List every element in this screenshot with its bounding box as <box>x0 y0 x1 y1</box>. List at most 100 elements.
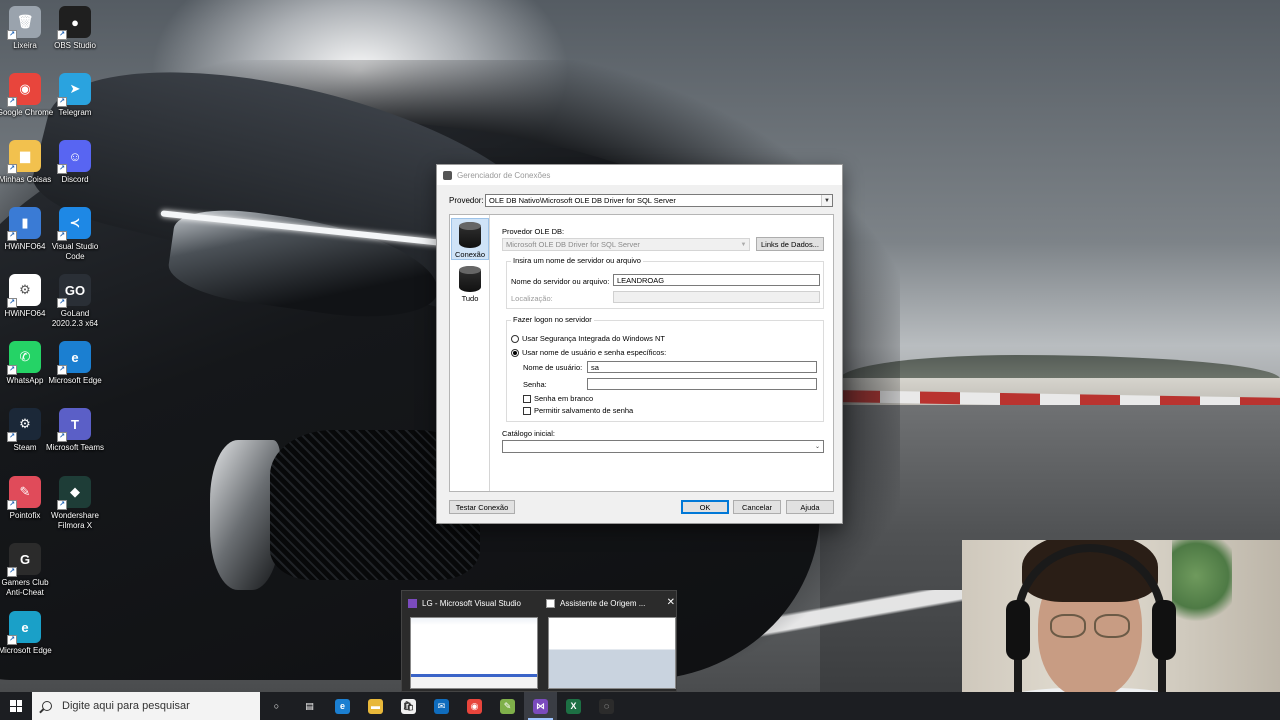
visual-studio-icon <box>408 598 417 608</box>
nav-all[interactable]: Tudo <box>451 263 489 305</box>
edge-icon: e <box>335 698 350 714</box>
chevron-down-icon[interactable]: ⌄ <box>812 441 823 452</box>
location-label: Localização: <box>511 294 553 303</box>
desktop-icon[interactable]: ● ↗ OBS Studio <box>47 6 103 51</box>
taskbar-chrome-button[interactable]: ◉ <box>458 692 491 720</box>
logon-group-title: Fazer logon no servidor <box>511 315 594 324</box>
desktop-icon[interactable]: e ↗ Microsoft Edge <box>0 611 53 656</box>
taskbar-obs-button[interactable]: ◌ <box>590 692 623 720</box>
taskbar-store-button[interactable]: 🛍 <box>392 692 425 720</box>
username-input[interactable]: sa <box>587 361 817 373</box>
desktop-icon[interactable]: T ↗ Microsoft Teams <box>46 408 104 453</box>
server-group: Insira um nome de servidor ou arquivo No… <box>506 256 824 309</box>
horizon-trees <box>840 355 1280 379</box>
taskbar-excel-button[interactable]: X <box>557 692 590 720</box>
filmora-icon: ◆ ↗ <box>57 476 91 510</box>
thumbnail-preview <box>548 617 676 689</box>
desktop-icon[interactable]: ➤ ↗ Telegram <box>47 73 103 118</box>
shortcut-arrow-icon: ↗ <box>7 500 17 510</box>
desktop-icon[interactable]: ◆ ↗ Wondershare Filmora X <box>47 476 103 531</box>
task-view-icon: ▤ <box>302 698 317 714</box>
catalog-select[interactable]: ⌄ <box>502 440 824 453</box>
chrome-icon: ◉ <box>467 698 482 714</box>
checkbox-box <box>523 394 531 403</box>
search-box[interactable]: Digite aqui para pesquisar <box>32 692 260 720</box>
test-connection-button[interactable]: Testar Conexão <box>449 500 515 514</box>
taskbar-edge-button[interactable]: e <box>326 692 359 720</box>
radio-circle <box>511 334 519 343</box>
taskbar-file-explorer-button[interactable]: ▬ <box>359 692 392 720</box>
database-icon <box>443 170 452 180</box>
close-icon[interactable]: ✕ <box>667 597 675 608</box>
thumbnail-title-bar: LG - Microsoft Visual Studio <box>404 595 540 611</box>
glasses <box>1048 614 1132 640</box>
discord-icon: ☺ ↗ <box>57 140 91 174</box>
taskbar-notepad-button[interactable]: ✎ <box>491 692 524 720</box>
obs-icon: ● ↗ <box>57 6 91 40</box>
taskbar-visual-studio-button[interactable]: ⋈ <box>524 692 557 720</box>
thumbnail-preview <box>410 617 538 689</box>
excel-icon: X <box>566 698 581 714</box>
password-input[interactable] <box>587 378 817 390</box>
taskbar-mail-button[interactable]: ✉ <box>425 692 458 720</box>
file-explorer-icon: ▬ <box>368 698 383 714</box>
visual-studio-icon: ⋈ <box>533 698 548 714</box>
taskbar-thumbnail-popup: LG - Microsoft Visual Studio Assistente … <box>401 590 677 692</box>
cortana-icon: ○ <box>269 698 284 714</box>
radio-windows-nt[interactable]: Usar Segurança Integrada do Windows NT <box>511 334 665 343</box>
cancel-button[interactable]: Cancelar <box>733 500 781 514</box>
provider-label: Provedor: <box>449 196 484 205</box>
shortcut-arrow-icon: ↗ <box>7 298 17 308</box>
nav-connection[interactable]: Conexão <box>451 218 489 260</box>
shortcut-arrow-icon: ↗ <box>7 635 17 645</box>
database-plug-icon <box>459 222 481 248</box>
shortcut-arrow-icon: ↗ <box>7 432 17 442</box>
provider-select[interactable]: OLE DB Nativo\Microsoft OLE DB Driver fo… <box>485 194 833 207</box>
desktop-icon[interactable]: G ↗ Gamers Club Anti-Cheat <box>0 543 53 598</box>
desktop-icon[interactable]: ≺ ↗ Visual Studio Code <box>47 207 103 262</box>
search-placeholder: Digite aqui para pesquisar <box>62 700 190 712</box>
shortcut-arrow-icon: ↗ <box>7 567 17 577</box>
thumbnail-wizard[interactable]: Assistente de Origem ... ✕ <box>542 595 678 691</box>
chevron-down-icon[interactable]: ▼ <box>821 195 832 206</box>
shortcut-arrow-icon: ↗ <box>7 231 17 241</box>
dialog-title-bar[interactable]: Gerenciador de Conexões <box>437 165 842 185</box>
shortcut-arrow-icon: ↗ <box>57 432 67 442</box>
taskbar-cortana-button[interactable]: ○ <box>260 692 293 720</box>
teams-icon: T ↗ <box>57 408 91 442</box>
blank-password-checkbox[interactable]: Senha em branco <box>523 394 593 403</box>
shortcut-arrow-icon: ↗ <box>7 164 17 174</box>
pointofix-icon: ✎ ↗ <box>7 476 41 510</box>
thumbnail-visual-studio[interactable]: LG - Microsoft Visual Studio <box>404 595 540 691</box>
start-button[interactable] <box>0 692 32 720</box>
windows-icon <box>10 700 22 712</box>
desktop-icon[interactable]: ☺ ↗ Discord <box>47 140 103 185</box>
server-group-title: Insira um nome de servidor ou arquivo <box>511 256 643 265</box>
shortcut-arrow-icon: ↗ <box>57 30 67 40</box>
background-plant <box>1172 540 1232 630</box>
ole-provider-select[interactable]: Microsoft OLE DB Driver for SQL Server ▼ <box>502 238 750 251</box>
data-links-button[interactable]: Links de Dados... <box>756 237 824 251</box>
server-input[interactable]: LEANDROAG <box>613 274 820 286</box>
desktop-icon[interactable]: e ↗ Microsoft Edge <box>47 341 103 386</box>
wizard-icon <box>546 598 555 608</box>
recycle-bin-icon: 🗑 ↗ <box>7 6 41 40</box>
logon-group: Fazer logon no servidor Usar Segurança I… <box>506 315 824 422</box>
ok-button[interactable]: OK <box>681 500 729 514</box>
shortcut-arrow-icon: ↗ <box>57 231 67 241</box>
taskbar-task-view-button[interactable]: ▤ <box>293 692 326 720</box>
headset-ear-left <box>1006 600 1030 660</box>
help-button[interactable]: Ajuda <box>786 500 834 514</box>
password-label: Senha: <box>523 380 547 389</box>
checkbox-box <box>523 406 531 415</box>
save-password-checkbox[interactable]: Permitir salvamento de senha <box>523 406 633 415</box>
radio-specific-user[interactable]: Usar nome de usuário e senha específicos… <box>511 348 666 357</box>
provider-value: OLE DB Nativo\Microsoft OLE DB Driver fo… <box>489 196 676 205</box>
taskbar-apps: ○ ▤ e ▬ 🛍 ✉ ◉ ✎ ⋈ X ◌ <box>260 692 623 720</box>
radio-circle-selected <box>511 348 519 357</box>
desktop-icon[interactable]: GO ↗ GoLand 2020.2.3 x64 <box>47 274 103 329</box>
radio-windows-nt-label: Usar Segurança Integrada do Windows NT <box>522 334 665 343</box>
desktop-icon-label: Wondershare Filmora X <box>51 511 99 530</box>
shortcut-arrow-icon: ↗ <box>57 97 67 107</box>
vscode-icon: ≺ ↗ <box>57 207 91 241</box>
